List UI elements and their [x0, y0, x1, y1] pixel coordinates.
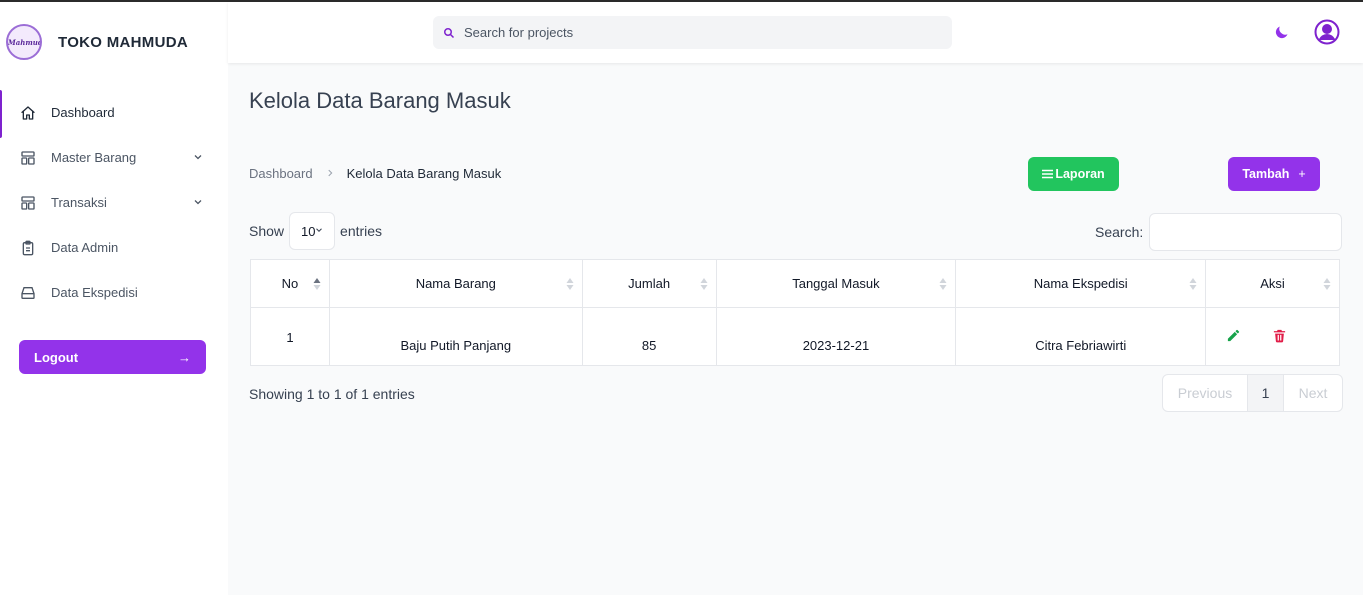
sort-icon: [700, 278, 708, 290]
sidebar-item-data-ekspedisi[interactable]: Data Ekspedisi: [0, 270, 228, 315]
template-icon: [21, 195, 35, 210]
table-info: Showing 1 to 1 of 1 entries: [249, 386, 415, 402]
edit-pencil-icon[interactable]: [1226, 328, 1241, 343]
cell-aksi: [1205, 307, 1340, 366]
tambah-label: Tambah: [1242, 167, 1290, 181]
show-label: Show: [249, 223, 285, 239]
column-label: Nama Ekspedisi: [1033, 276, 1128, 291]
cell-nama-barang: Baju Putih Panjang: [328, 307, 583, 366]
sidebar-item-label: Data Admin: [51, 240, 119, 255]
sidebar-item-transaksi[interactable]: Transaksi: [0, 180, 228, 225]
entries-length: Show 10 entries: [249, 212, 382, 250]
laporan-label: Laporan: [1055, 167, 1105, 181]
cell-no: 1: [250, 307, 330, 366]
sort-icon: [939, 278, 947, 290]
sidebar-item-data-admin[interactable]: Data Admin: [0, 225, 228, 270]
template-icon: [21, 150, 35, 165]
laporan-button[interactable]: Laporan: [1028, 157, 1119, 191]
brand[interactable]: Mahmuda TOKO MAHMUDA: [6, 24, 188, 60]
column-header-tanggal-masuk[interactable]: Tanggal Masuk: [715, 259, 957, 308]
column-label: Aksi: [1260, 276, 1285, 291]
inbox-icon: [21, 286, 35, 299]
column-label: Nama Barang: [415, 276, 496, 291]
barang-masuk-table: No Nama Barang Jumlah Tanggal Masuk Nama…: [250, 259, 1340, 366]
sidebar-item-dashboard[interactable]: Dashboard: [0, 90, 228, 138]
column-header-nama-barang[interactable]: Nama Barang: [328, 259, 583, 308]
sort-icon: [1323, 278, 1331, 290]
column-header-nama-ekspedisi[interactable]: Nama Ekspedisi: [955, 259, 1207, 308]
table-search-label: Search:: [1095, 224, 1144, 240]
chevron-right-icon: [325, 167, 335, 181]
row-actions: [1226, 328, 1287, 343]
avatar[interactable]: [1314, 19, 1340, 45]
sidebar-item-label: Transaksi: [51, 195, 107, 210]
table-row: 1 Baju Putih Panjang 85 2023-12-21 Citra…: [250, 307, 1340, 366]
sort-icon: [566, 278, 574, 290]
table-header-row: No Nama Barang Jumlah Tanggal Masuk Nama…: [250, 259, 1340, 308]
column-header-no[interactable]: No: [250, 259, 330, 308]
column-header-jumlah[interactable]: Jumlah: [581, 259, 717, 308]
sidebar-item-master-barang[interactable]: Master Barang: [0, 135, 228, 180]
entries-select[interactable]: 10: [289, 212, 336, 250]
sidebar: Mahmuda TOKO MAHMUDA Dashboard Master Ba…: [0, 2, 228, 595]
column-header-aksi[interactable]: Aksi: [1205, 259, 1340, 308]
cell-nama-ekspedisi: Citra Febriawirti: [955, 307, 1207, 366]
column-label: No: [281, 276, 299, 291]
next-page-button[interactable]: Next: [1284, 375, 1342, 411]
trash-icon[interactable]: [1272, 328, 1287, 343]
logo-text: Mahmuda: [8, 38, 40, 47]
cell-jumlah: 85: [581, 307, 717, 366]
home-icon: [21, 105, 35, 120]
chevron-down-icon[interactable]: [192, 196, 204, 208]
top-header: [228, 2, 1363, 63]
column-label: Tanggal Masuk: [792, 276, 880, 291]
brand-name: TOKO MAHMUDA: [58, 33, 188, 51]
breadcrumb: Dashboard Kelola Data Barang Masuk: [249, 166, 501, 181]
column-label: Jumlah: [628, 276, 671, 291]
chevron-down-icon[interactable]: [192, 151, 204, 163]
logout-button[interactable]: Logout →: [19, 340, 206, 374]
logout-label: Logout: [34, 349, 79, 365]
sort-asc-icon: [313, 278, 321, 290]
tambah-button[interactable]: Tambah +: [1228, 157, 1320, 191]
search-input[interactable]: [464, 25, 934, 40]
breadcrumb-home[interactable]: Dashboard: [249, 166, 313, 181]
clipboard-icon: [22, 240, 34, 255]
pagination: Previous 1 Next: [1162, 374, 1343, 412]
page-1-button[interactable]: 1: [1248, 375, 1284, 411]
breadcrumb-current: Kelola Data Barang Masuk: [346, 166, 502, 181]
logo: Mahmuda: [6, 24, 42, 60]
sidebar-item-label: Data Ekspedisi: [51, 285, 138, 300]
sort-icon: [1189, 278, 1197, 290]
sidebar-item-label: Dashboard: [51, 105, 115, 120]
search-icon: [444, 27, 455, 38]
page-title: Kelola Data Barang Masuk: [249, 88, 511, 113]
sidebar-nav: Dashboard Master Barang Transaksi Data A…: [0, 90, 228, 315]
previous-page-button[interactable]: Previous: [1163, 375, 1248, 411]
moon-icon[interactable]: [1273, 24, 1290, 41]
arrow-right-icon: →: [178, 349, 191, 365]
table-search-input[interactable]: [1149, 213, 1343, 251]
table-search: Search:: [1095, 213, 1343, 251]
entries-label: entries: [340, 223, 383, 239]
menu-lines-icon: [1042, 169, 1054, 179]
plus-icon: +: [1298, 167, 1306, 181]
sidebar-item-label: Master Barang: [51, 150, 137, 165]
project-search[interactable]: [433, 16, 952, 49]
cell-tanggal-masuk: 2023-12-21: [715, 307, 957, 366]
chevron-down-icon: [314, 225, 324, 238]
